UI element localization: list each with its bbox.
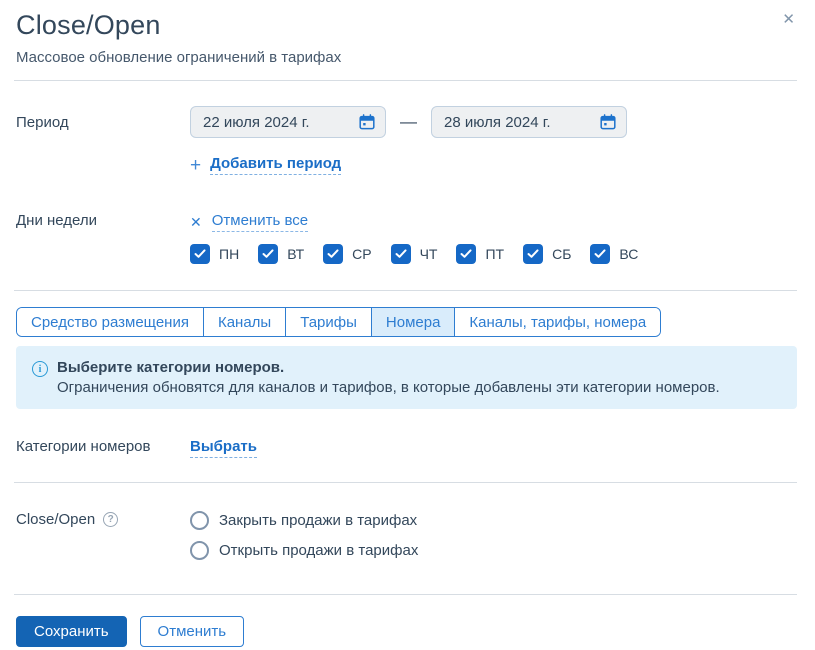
radio-icon[interactable] <box>190 541 209 560</box>
info-icon: i <box>32 361 48 377</box>
close-open-modal: ✕ Close/Open Массовое обновление огранич… <box>0 0 815 650</box>
day-label: ВТ <box>287 246 305 262</box>
divider <box>14 594 797 595</box>
day-checkbox-wed[interactable]: СР <box>323 244 372 264</box>
divider <box>14 482 797 483</box>
tab-channels[interactable]: Каналы <box>202 308 286 336</box>
checkbox-checked-icon[interactable] <box>590 244 611 264</box>
date-from-value: 22 июля 2024 г. <box>203 113 310 131</box>
checkbox-checked-icon[interactable] <box>258 244 279 264</box>
day-checkbox-tue[interactable]: ВТ <box>258 244 304 264</box>
day-checkbox-mon[interactable]: ПН <box>190 244 239 264</box>
period-label: Период <box>16 113 69 131</box>
categories-label: Категории номеров <box>16 438 151 455</box>
info-content: Выберите категории номеров. Ограничения … <box>57 359 720 396</box>
days-checkbox-list: ПН ВТ СР ЧТ ПТ СБ ВС <box>190 244 638 264</box>
days-row: Дни недели ✕ Отменить все ПН ВТ СР ЧТ ПТ… <box>16 212 797 264</box>
x-icon: ✕ <box>190 214 202 230</box>
day-checkbox-sun[interactable]: ВС <box>590 244 638 264</box>
day-label: ЧТ <box>419 246 438 262</box>
tab-rooms[interactable]: Номера <box>370 308 455 336</box>
save-button[interactable]: Сохранить <box>16 616 127 647</box>
radio-icon[interactable] <box>190 511 209 530</box>
day-label: ПТ <box>485 246 505 262</box>
date-range: 22 июля 2024 г. — 28 июля 2024 г. <box>190 106 627 138</box>
divider <box>14 80 797 81</box>
cancel-all-button[interactable]: ✕ Отменить все <box>190 212 638 232</box>
footer-actions: Сохранить Отменить <box>16 616 797 647</box>
plus-icon: + <box>190 154 202 176</box>
period-row: Период 22 июля 2024 г. — 28 июля 2024 г. <box>16 106 797 138</box>
date-from-input[interactable]: 22 июля 2024 г. <box>190 106 386 138</box>
close-open-options: Закрыть продажи в тарифах Открыть продаж… <box>190 511 418 560</box>
tab-channels-rates-rooms[interactable]: Каналы, тарифы, номера <box>454 308 661 336</box>
checkbox-checked-icon[interactable] <box>190 244 210 264</box>
radio-label: Открыть продажи в тарифах <box>219 542 419 559</box>
select-categories-link[interactable]: Выбрать <box>190 438 257 458</box>
tab-rates[interactable]: Тарифы <box>285 308 371 336</box>
date-range-separator: — <box>400 112 417 131</box>
tab-property[interactable]: Средство размещения <box>17 308 203 336</box>
scope-tabs: Средство размещения Каналы Тарифы Номера… <box>16 307 662 337</box>
day-label: СР <box>352 246 372 262</box>
cancel-all-link[interactable]: Отменить все <box>211 212 309 232</box>
checkbox-checked-icon[interactable] <box>323 244 344 264</box>
radio-open-sales[interactable]: Открыть продажи в тарифах <box>190 541 418 560</box>
radio-label: Закрыть продажи в тарифах <box>219 512 418 529</box>
day-label: ВС <box>619 246 639 262</box>
info-title: Выберите категории номеров. <box>57 359 285 376</box>
divider <box>14 290 797 291</box>
calendar-icon[interactable] <box>359 114 375 130</box>
cancel-button[interactable]: Отменить <box>139 616 245 647</box>
info-text: Ограничения обновятся для каналов и тари… <box>57 379 720 396</box>
calendar-icon[interactable] <box>600 114 616 130</box>
categories-row: Категории номеров Выбрать <box>16 438 797 458</box>
day-checkbox-fri[interactable]: ПТ <box>456 244 504 264</box>
page-subtitle: Массовое обновление ограничений в тарифа… <box>16 49 342 66</box>
page-title: Close/Open <box>16 10 161 40</box>
close-open-label-group: Close/Open ? <box>16 511 190 528</box>
day-checkbox-thu[interactable]: ЧТ <box>390 244 438 264</box>
add-period-button[interactable]: + Добавить период <box>16 155 797 175</box>
info-banner: i Выберите категории номеров. Ограничени… <box>16 346 797 409</box>
checkbox-checked-icon[interactable] <box>456 244 477 264</box>
close-open-row: Close/Open ? Закрыть продажи в тарифах О… <box>16 511 797 560</box>
days-label: Дни недели <box>16 212 98 229</box>
help-icon[interactable]: ? <box>103 512 119 527</box>
days-content: ✕ Отменить все ПН ВТ СР ЧТ ПТ СБ ВС <box>190 212 638 264</box>
radio-close-sales[interactable]: Закрыть продажи в тарифах <box>190 511 418 530</box>
add-period-link[interactable]: Добавить период <box>210 155 342 175</box>
date-to-input[interactable]: 28 июля 2024 г. <box>431 106 627 138</box>
day-label: ПН <box>219 246 240 262</box>
close-icon[interactable]: ✕ <box>778 8 799 31</box>
date-to-value: 28 июля 2024 г. <box>444 113 551 131</box>
day-checkbox-sat[interactable]: СБ <box>523 244 571 264</box>
close-open-label: Close/Open <box>16 511 96 528</box>
checkbox-checked-icon[interactable] <box>523 244 544 264</box>
checkbox-checked-icon[interactable] <box>390 244 411 264</box>
day-label: СБ <box>552 246 572 262</box>
